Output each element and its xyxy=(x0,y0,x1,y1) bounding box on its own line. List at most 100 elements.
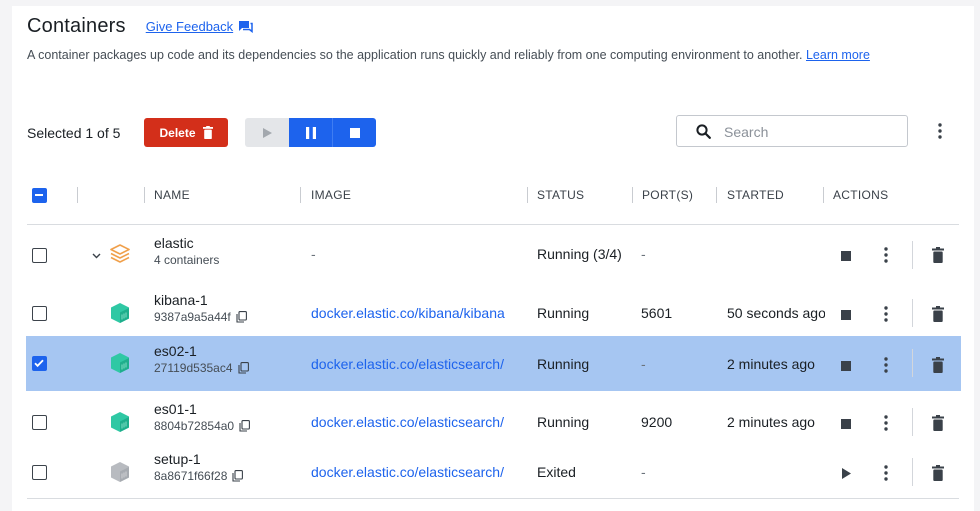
image-link[interactable]: docker.elastic.co/elasticsearch/ xyxy=(311,414,529,430)
table-row[interactable]: setup-1 8a8671f66f28 docker.elastic.co/e… xyxy=(27,445,959,500)
container-name[interactable]: setup-1 xyxy=(154,451,243,467)
header-divider xyxy=(27,224,959,225)
stop-icon[interactable] xyxy=(841,361,851,371)
container-name-cell: setup-1 8a8671f66f28 xyxy=(154,451,244,483)
pause-icon xyxy=(305,126,316,139)
more-actions-icon[interactable] xyxy=(884,357,888,373)
stop-icon[interactable] xyxy=(841,310,851,320)
ports-cell: - xyxy=(641,356,646,372)
container-name[interactable]: elastic xyxy=(154,235,219,251)
container-controls xyxy=(245,118,376,147)
give-feedback-link[interactable]: Give Feedback xyxy=(146,19,253,34)
trash-icon[interactable] xyxy=(932,247,944,263)
search-box[interactable] xyxy=(676,115,908,147)
image-link[interactable]: docker.elastic.co/elasticsearch/ xyxy=(311,356,529,372)
action-divider xyxy=(912,241,913,269)
delete-button[interactable]: Delete xyxy=(144,118,228,147)
column-image[interactable]: IMAGE xyxy=(311,188,351,202)
action-divider xyxy=(912,349,913,377)
column-separator xyxy=(77,187,78,203)
more-actions-icon[interactable] xyxy=(884,465,888,481)
image-link[interactable]: docker.elastic.co/kibana/kibana xyxy=(311,305,529,321)
row-checkbox[interactable] xyxy=(32,415,47,430)
column-separator xyxy=(632,187,633,203)
trash-icon[interactable] xyxy=(932,465,944,481)
action-divider xyxy=(912,408,913,436)
copy-icon[interactable] xyxy=(239,420,251,432)
play-icon[interactable] xyxy=(842,468,851,479)
column-separator xyxy=(144,187,145,203)
container-exited-icon xyxy=(111,462,129,482)
column-separator xyxy=(527,187,528,203)
table-row-selected[interactable]: es02-1 27119d535ac4 docker.elastic.co/el… xyxy=(26,336,961,391)
row-checkbox[interactable] xyxy=(32,306,47,321)
copy-icon[interactable] xyxy=(237,362,249,374)
table-bottom-divider xyxy=(27,498,959,499)
row-checkbox[interactable] xyxy=(32,356,47,371)
column-actions: ACTIONS xyxy=(833,188,889,202)
trash-icon xyxy=(202,126,213,139)
more-options-icon[interactable] xyxy=(938,123,942,139)
stop-button[interactable] xyxy=(333,118,376,147)
copy-icon[interactable] xyxy=(236,311,247,323)
container-name[interactable]: es01-1 xyxy=(154,401,250,417)
container-name[interactable]: es02-1 xyxy=(154,343,249,359)
container-id: 27119d535ac4 xyxy=(154,361,233,375)
status-cell: Running xyxy=(537,356,590,372)
table-row[interactable]: es01-1 8804b72854a0 docker.elastic.co/el… xyxy=(27,395,959,450)
compose-stack-icon xyxy=(110,244,130,263)
more-actions-icon[interactable] xyxy=(884,247,888,263)
container-id: 8804b72854a0 xyxy=(154,419,235,433)
row-checkbox[interactable] xyxy=(32,248,47,263)
start-button[interactable] xyxy=(245,118,289,147)
container-name[interactable]: kibana-1 xyxy=(154,292,247,308)
search-input[interactable] xyxy=(722,121,896,143)
copy-icon[interactable] xyxy=(232,470,244,482)
container-name-cell: es02-1 27119d535ac4 xyxy=(154,343,249,375)
toolbar: Selected 1 of 5 Delete xyxy=(27,115,959,149)
pause-button[interactable] xyxy=(289,118,333,147)
trash-icon[interactable] xyxy=(932,415,944,431)
image-cell: - xyxy=(311,246,316,262)
table-row[interactable]: kibana-1 9387a9a5a44f docker.elastic.co/… xyxy=(27,286,959,341)
container-name-cell: elastic 4 containers xyxy=(154,235,219,267)
ports-cell[interactable]: 5601 xyxy=(641,305,672,321)
more-actions-icon[interactable] xyxy=(884,306,888,322)
ports-cell: - xyxy=(641,464,646,480)
status-cell: Running (3/4) xyxy=(537,246,622,262)
container-running-icon xyxy=(111,412,129,432)
page-description: A container packages up code and its dep… xyxy=(27,48,870,62)
row-checkbox[interactable] xyxy=(32,465,47,480)
search-icon xyxy=(696,124,711,139)
action-divider xyxy=(912,299,913,327)
stop-icon[interactable] xyxy=(841,251,851,261)
more-actions-icon[interactable] xyxy=(884,415,888,431)
trash-icon[interactable] xyxy=(932,357,944,373)
column-status[interactable]: STATUS xyxy=(537,188,584,202)
column-started[interactable]: STARTED xyxy=(727,188,784,202)
stop-icon[interactable] xyxy=(841,419,851,429)
table-header: NAME IMAGE STATUS PORT(S) STARTED ACTION… xyxy=(27,182,959,210)
status-cell: Exited xyxy=(537,464,576,480)
image-link[interactable]: docker.elastic.co/elasticsearch/ xyxy=(311,464,529,480)
learn-more-link[interactable]: Learn more xyxy=(806,48,870,62)
container-id: 8a8671f66f28 xyxy=(154,469,228,483)
select-all-checkbox[interactable] xyxy=(32,188,47,203)
started-cell: 2 minutes ago xyxy=(727,414,815,430)
give-feedback-label: Give Feedback xyxy=(145,18,234,34)
ports-cell[interactable]: 9200 xyxy=(641,414,672,430)
started-cell: 50 seconds ago xyxy=(727,305,825,321)
status-cell: Running xyxy=(537,414,590,430)
chevron-down-icon[interactable] xyxy=(92,253,101,259)
column-separator xyxy=(300,187,301,203)
container-name-cell: kibana-1 9387a9a5a44f xyxy=(154,292,247,324)
action-divider xyxy=(912,458,913,486)
table-row[interactable]: elastic 4 containers - Running (3/4) - xyxy=(27,228,959,283)
trash-icon[interactable] xyxy=(932,306,944,322)
page-title: Containers xyxy=(27,14,126,37)
column-separator xyxy=(823,187,824,203)
container-count: 4 containers xyxy=(154,253,220,267)
column-name[interactable]: NAME xyxy=(154,188,190,202)
container-name-cell: es01-1 8804b72854a0 xyxy=(154,401,251,433)
column-ports[interactable]: PORT(S) xyxy=(642,188,693,202)
